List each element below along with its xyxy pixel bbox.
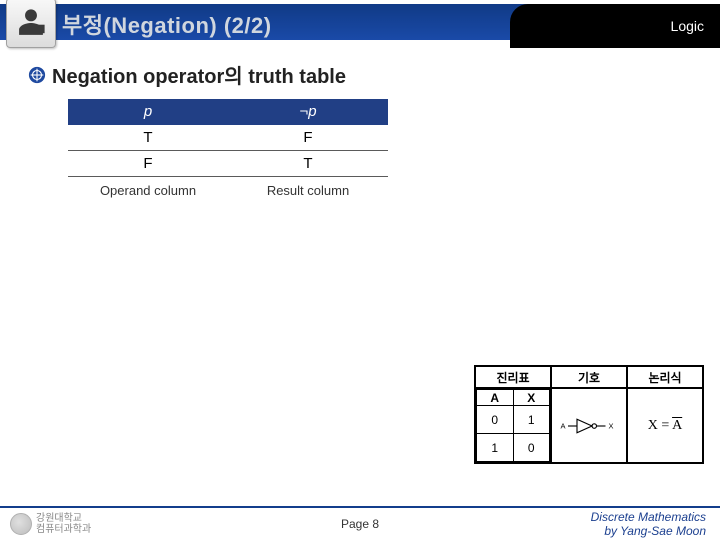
- figure-symbol-cell: A X: [551, 388, 627, 463]
- footer-logo-icon: [10, 513, 32, 535]
- truth-cell: T: [68, 125, 228, 151]
- expr-lhs: X: [648, 418, 658, 433]
- inner-cell: 1: [477, 434, 514, 462]
- truth-cell: F: [68, 151, 228, 177]
- inner-th: X: [513, 390, 550, 406]
- figure-th: 진리표: [475, 366, 551, 388]
- section-heading-text: Negation operator의 truth table: [52, 60, 346, 89]
- truth-th-notp: ¬p: [228, 99, 388, 125]
- figure-th: 논리식: [627, 366, 703, 388]
- content-area: Negation operator의 truth table p ¬p T F …: [0, 46, 720, 202]
- footer-inst-line2: 컴퓨터과학과: [36, 524, 91, 535]
- figure-truth-cell: A X 0 1 1 0: [475, 388, 551, 463]
- topic-badge-text: Logic: [671, 18, 704, 34]
- slide-title: 부정(Negation) (2/2): [62, 8, 272, 40]
- inner-cell: 0: [513, 434, 550, 462]
- table-row: F T: [68, 151, 388, 177]
- result-column-label: Result column: [228, 177, 388, 203]
- operand-column-label: Operand column: [68, 177, 228, 203]
- gate-in-label: A: [561, 421, 566, 430]
- not-gate-icon: A X: [559, 414, 619, 438]
- truth-cell: F: [228, 125, 388, 151]
- section-heading: Negation operator의 truth table: [28, 60, 702, 89]
- expr-rhs: A: [672, 418, 682, 433]
- inner-cell: 1: [513, 406, 550, 434]
- footer-institution: 강원대학교 컴퓨터과학과: [36, 513, 91, 535]
- inner-cell: 0: [477, 406, 514, 434]
- page-number: Page 8: [341, 517, 379, 531]
- figure-th: 기호: [551, 366, 627, 388]
- footer-credit-line2: by Yang-Sae Moon: [591, 524, 706, 538]
- footer-credit: Discrete Mathematics by Yang-Sae Moon: [591, 510, 706, 539]
- figure-expr-cell: X = A: [627, 388, 703, 463]
- truth-table: p ¬p T F F T Operand column Result colum…: [68, 99, 388, 202]
- person-icon: [14, 6, 48, 40]
- truth-cell: T: [228, 151, 388, 177]
- gate-out-label: X: [609, 421, 614, 430]
- footer: 강원대학교 컴퓨터과학과 Page 8 Discrete Mathematics…: [0, 506, 720, 540]
- footer-inst-line1: 강원대학교: [36, 513, 91, 524]
- title-bar: 부정(Negation) (2/2) Logic: [0, 0, 720, 46]
- truth-th-p: p: [68, 99, 228, 125]
- table-row: T F: [68, 125, 388, 151]
- inner-th: A: [477, 390, 514, 406]
- table-labels-row: Operand column Result column: [68, 177, 388, 203]
- slide-logo: [6, 0, 56, 48]
- footer-credit-line1: Discrete Mathematics: [591, 510, 706, 524]
- bullet-icon: [28, 66, 46, 84]
- topic-badge: Logic: [510, 4, 720, 48]
- expr-eq: =: [661, 418, 669, 433]
- gate-figure: 진리표 기호 논리식 A X 0 1 1 0: [474, 365, 704, 464]
